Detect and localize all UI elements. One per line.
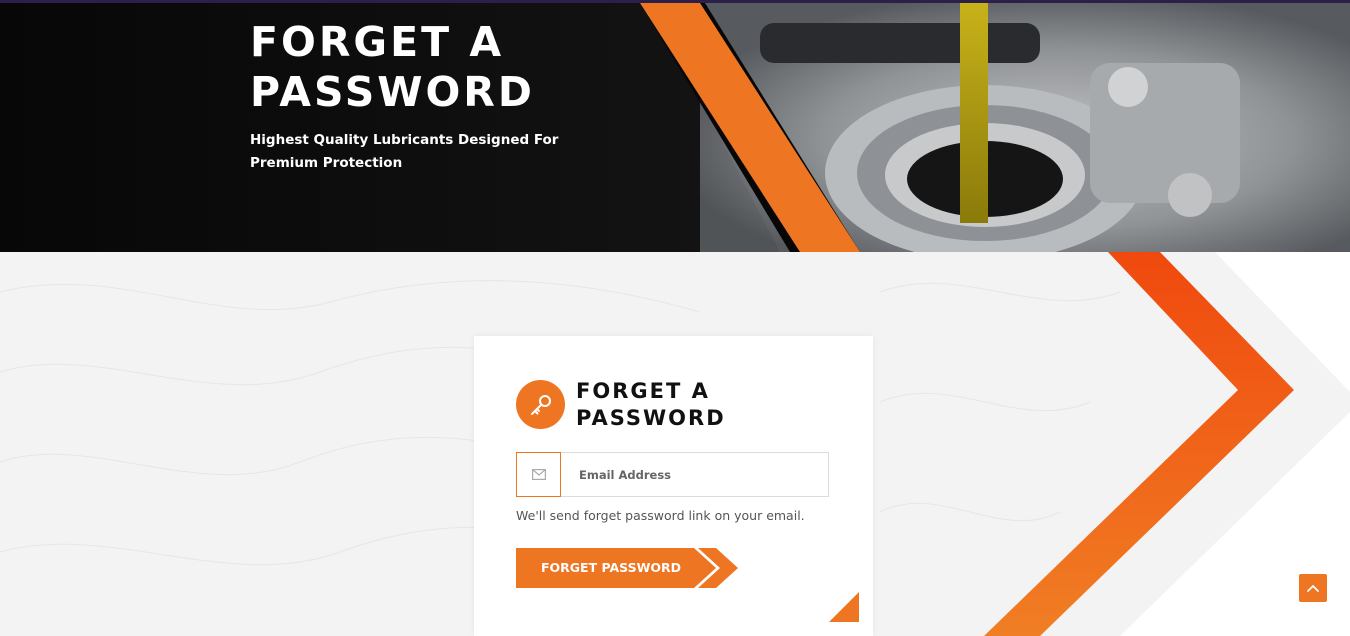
scroll-to-top-button[interactable] [1299, 574, 1327, 602]
hero-subtitle: Highest Quality Lubricants Designed For … [250, 132, 559, 171]
chevron-up-icon [1307, 585, 1319, 592]
corner-accent [829, 592, 859, 622]
engine-oil-photo [0, 3, 1350, 252]
forget-password-button-label: FORGET PASSWORD [540, 560, 681, 575]
email-input[interactable] [571, 453, 837, 496]
forget-password-card: FORGET A PASSWORD We'll send forget pass… [474, 336, 873, 636]
helper-text: We'll send forget password link on your … [516, 508, 805, 523]
hero-banner: FORGET A PASSWORD Highest Quality Lubric… [0, 3, 1350, 252]
card-title: FORGET A PASSWORD [576, 379, 726, 430]
email-field [516, 452, 837, 497]
forget-password-button[interactable]: FORGET PASSWORD [516, 548, 740, 588]
hero-title: FORGET A PASSWORD [250, 18, 535, 116]
envelope-icon [516, 452, 561, 497]
key-icon [516, 380, 565, 429]
main-content: FORGET A PASSWORD We'll send forget pass… [0, 252, 1350, 636]
